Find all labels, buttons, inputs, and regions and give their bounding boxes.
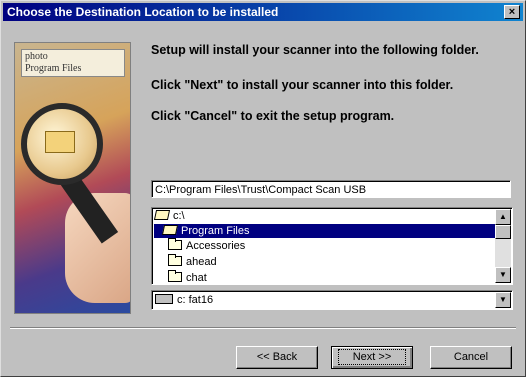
back-button[interactable]: << Back — [236, 346, 318, 369]
drive-value: c: fat16 — [177, 294, 214, 306]
window-title: Choose the Destination Location to be in… — [7, 5, 279, 19]
install-message: Setup will install your scanner into the… — [151, 43, 479, 57]
close-icon: × — [508, 6, 516, 18]
drive-icon — [155, 294, 173, 304]
open-folder-icon — [153, 210, 171, 220]
close-button[interactable]: × — [504, 5, 520, 19]
folder-item-ahead[interactable]: ahead — [168, 254, 217, 269]
illustration-folder-program-files: Program Files — [25, 63, 82, 74]
open-folder-icon — [161, 225, 179, 235]
illustration-folder-photo: photo — [25, 51, 48, 62]
cancel-button[interactable]: Cancel — [430, 346, 512, 369]
drive-select[interactable]: c: fat16 ▼ — [151, 290, 513, 310]
cancel-button-label: Cancel — [453, 351, 489, 363]
folder-item-accessories[interactable]: Accessories — [168, 238, 246, 253]
setup-illustration: photo Program Files — [14, 42, 131, 314]
folder-name: Accessories — [186, 240, 246, 252]
folder-name: Program Files — [181, 225, 250, 237]
cancel-instruction: Click "Cancel" to exit the setup program… — [151, 109, 395, 123]
chevron-down-icon: ▼ — [499, 295, 507, 304]
button-separator — [10, 327, 516, 329]
setup-dialog: Choose the Destination Location to be in… — [0, 0, 526, 377]
next-instruction: Click "Next" to install your scanner int… — [151, 78, 454, 92]
arrow-down-icon: ▼ — [499, 270, 507, 279]
folder-item-program-files[interactable]: Program Files — [154, 224, 496, 238]
scroll-up-button[interactable]: ▲ — [495, 209, 511, 225]
scroll-down-button[interactable]: ▼ — [495, 267, 511, 283]
folder-item-chat[interactable]: chat — [168, 270, 207, 284]
back-button-label: << Back — [256, 351, 298, 363]
folder-name: ahead — [186, 256, 217, 268]
scroll-thumb[interactable] — [495, 225, 511, 239]
folder-icon — [168, 238, 182, 250]
drive-dropdown-button[interactable]: ▼ — [495, 292, 511, 308]
folder-icon — [168, 270, 182, 282]
illustration-folder-list: photo Program Files — [21, 49, 125, 77]
folder-icon — [168, 254, 182, 266]
folder-name: chat — [186, 272, 207, 284]
next-button[interactable]: Next >> — [331, 346, 413, 369]
arrow-up-icon: ▲ — [499, 212, 507, 221]
next-button-label: Next >> — [337, 349, 407, 365]
magnified-folder-icon — [45, 131, 75, 153]
folder-list-scrollbar[interactable]: ▲ ▼ — [495, 209, 511, 283]
folder-item-c-root[interactable]: c:\ — [153, 209, 185, 223]
folder-list[interactable]: c:\ Program Files Accessories ahead chat… — [151, 207, 513, 285]
title-bar[interactable]: Choose the Destination Location to be in… — [3, 3, 523, 21]
folder-name: c:\ — [173, 210, 185, 222]
destination-path-field[interactable]: C:\Program Files\Trust\Compact Scan USB — [151, 180, 511, 198]
